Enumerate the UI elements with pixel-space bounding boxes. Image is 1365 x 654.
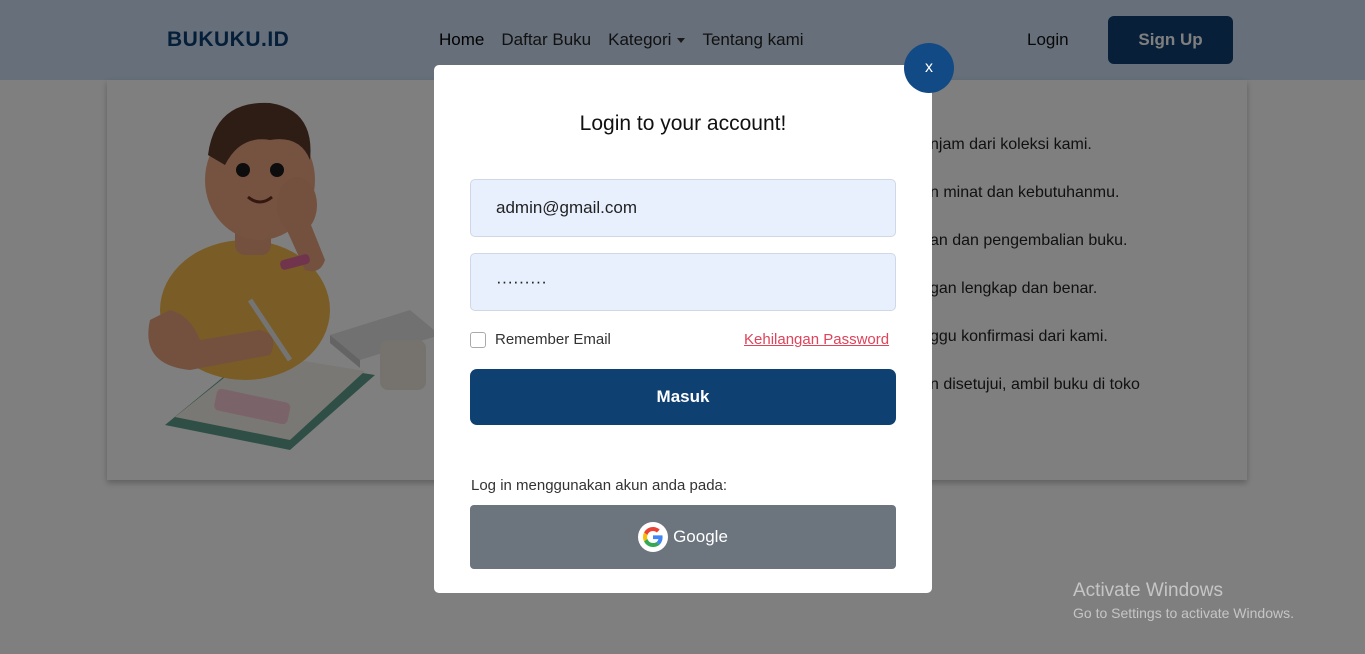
windows-activation-watermark: Activate Windows Go to Settings to activ… (1073, 580, 1294, 621)
password-field[interactable]: ········· (470, 253, 896, 311)
login-modal: Login to your account! admin@gmail.com ·… (434, 65, 932, 593)
login-submit-button[interactable]: Masuk (470, 369, 896, 425)
modal-title: Login to your account! (579, 112, 787, 135)
google-icon (638, 522, 669, 552)
remember-label: Remember Email (495, 331, 611, 348)
google-label: Google (673, 527, 728, 546)
watermark-subtitle: Go to Settings to activate Windows. (1073, 605, 1294, 621)
remember-checkbox[interactable] (470, 331, 486, 348)
close-modal-button[interactable]: x (904, 43, 954, 93)
watermark-title: Activate Windows (1073, 580, 1223, 601)
google-login-button[interactable]: Google (470, 505, 896, 569)
alt-login-label: Log in menggunakan akun anda pada: (471, 477, 728, 494)
forgot-password-link[interactable]: Kehilangan Password (744, 331, 889, 348)
remember-email[interactable]: Remember Email (470, 331, 611, 348)
email-field[interactable]: admin@gmail.com (470, 179, 896, 237)
